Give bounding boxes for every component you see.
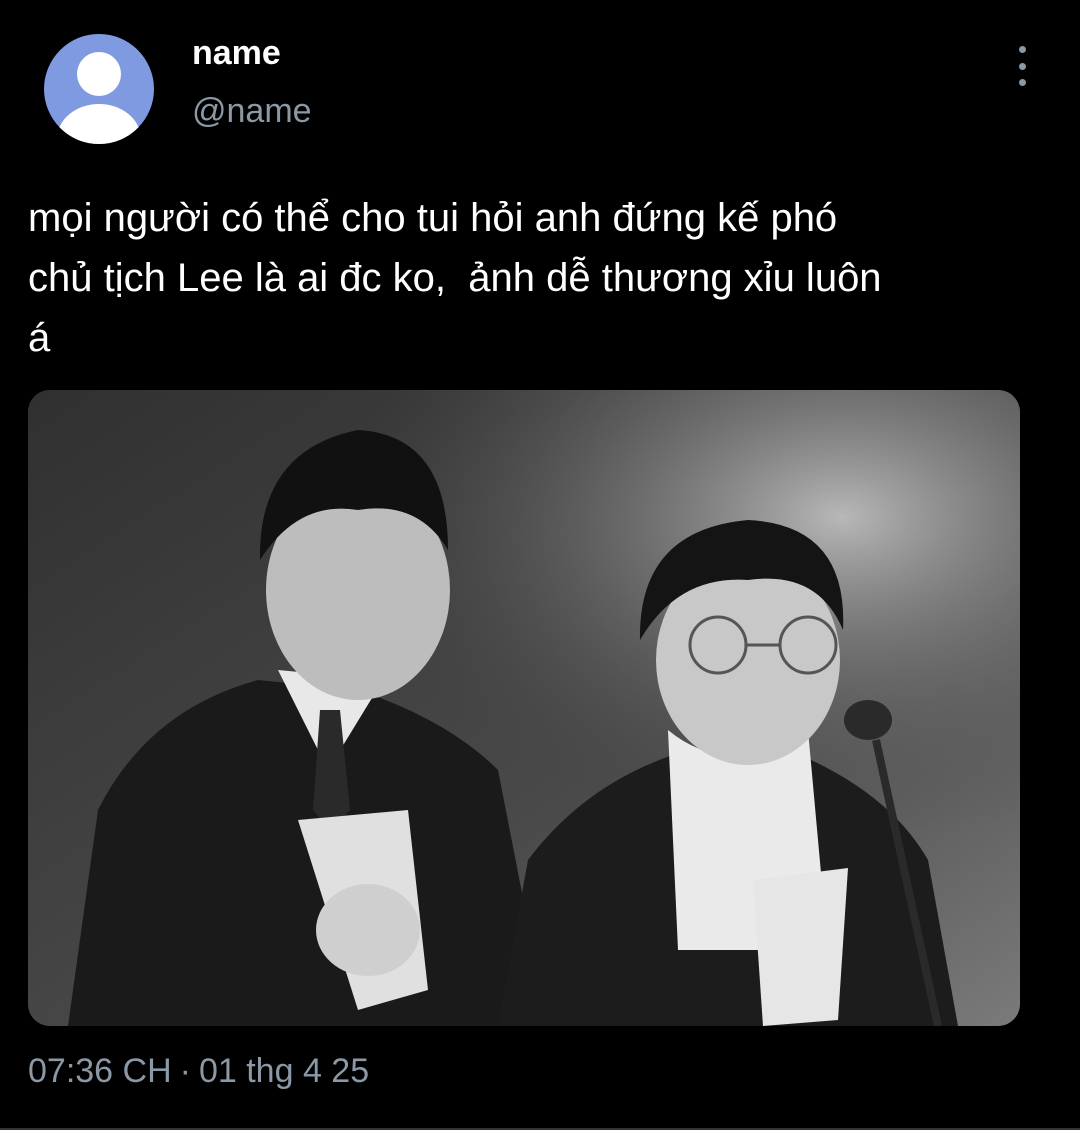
timestamp-separator: ·: [179, 1052, 191, 1090]
avatar-body-shape: [57, 104, 141, 144]
dot-icon: [1018, 62, 1026, 70]
display-name[interactable]: name: [192, 34, 281, 73]
tweet-timestamp[interactable]: 07:36 CH · 01 thg 4 25: [28, 1052, 369, 1091]
dot-icon: [1018, 79, 1026, 86]
tweet-card: name @name mọi người có thể cho tui hỏi …: [0, 0, 1080, 1130]
tweet-time: 07:36 CH: [28, 1052, 172, 1090]
avatar-head-shape: [77, 52, 121, 96]
tweet-date: 01 thg 4 25: [198, 1052, 370, 1090]
tweet-text: mọi người có thể cho tui hỏi anh đứng kế…: [28, 196, 882, 360]
photo-illustration: [28, 390, 1020, 1026]
more-vertical-icon[interactable]: [1006, 46, 1038, 86]
user-handle[interactable]: @name: [192, 92, 312, 131]
avatar[interactable]: [44, 34, 154, 144]
tweet-photo[interactable]: [28, 390, 1020, 1026]
dot-icon: [1018, 46, 1026, 53]
